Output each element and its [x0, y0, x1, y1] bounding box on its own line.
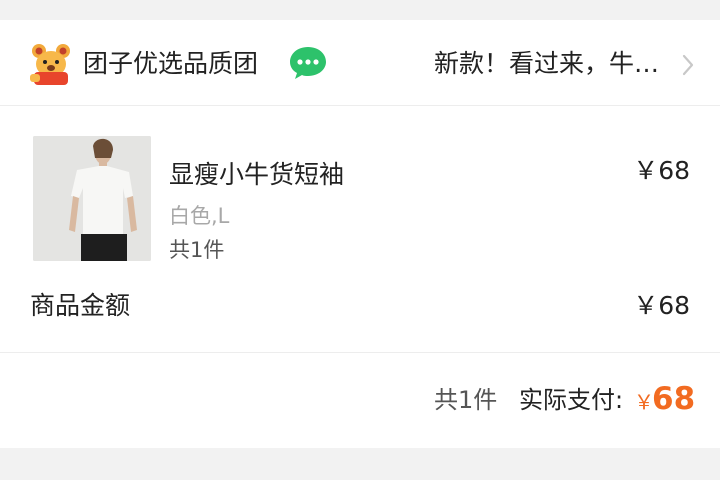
product-variant: 白色,L	[169, 204, 230, 228]
goods-amount-value: ￥68	[633, 291, 690, 320]
group-header[interactable]: 团子优选品质团 新款！看过来，牛…	[0, 20, 720, 106]
actual-payment-row: 共1件 实际支付: ￥ 68	[0, 378, 720, 422]
chat-bubble-icon[interactable]	[288, 45, 328, 81]
goods-amount-row: 商品金额 ￥68	[0, 286, 720, 326]
product-title: 显瘦小牛货短袖	[169, 160, 345, 189]
divider	[0, 352, 720, 353]
product-image[interactable]	[33, 136, 151, 261]
product-item[interactable]: 显瘦小牛货短袖 白色,L 共1件 ￥68	[0, 106, 720, 266]
product-price: ￥68	[633, 156, 690, 185]
actual-payment-amount: 68	[652, 381, 696, 417]
goods-amount-label: 商品金额	[30, 291, 131, 320]
actual-payment-label: 实际支付:	[519, 386, 624, 414]
bear-mascot-icon	[28, 42, 74, 86]
product-quantity: 共1件	[169, 238, 225, 262]
group-name: 团子优选品质团	[83, 49, 259, 78]
chevron-right-icon[interactable]	[680, 53, 696, 77]
currency-symbol: ￥	[634, 390, 654, 414]
total-count: 共1件	[434, 386, 498, 414]
promo-text[interactable]: 新款！看过来，牛…	[434, 47, 674, 81]
order-card: 团子优选品质团 新款！看过来，牛… 显瘦小牛货短袖 白色,L 共1件 ￥68 商…	[0, 20, 720, 448]
bottom-spacer	[0, 448, 720, 480]
